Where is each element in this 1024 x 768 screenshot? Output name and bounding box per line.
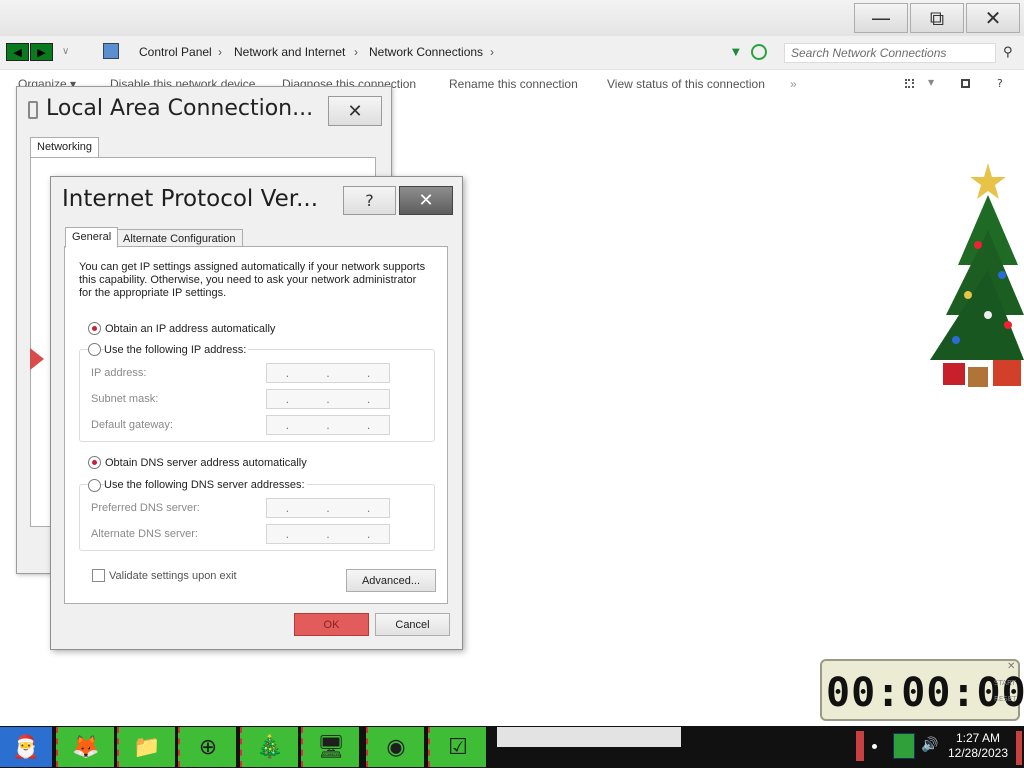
file-explorer-taskbar-icon[interactable]: 📁 — [117, 727, 175, 767]
view-status-button[interactable]: View status of this connection — [607, 77, 765, 91]
network-tray-icon[interactable] — [893, 733, 915, 759]
ip-auto-radio[interactable] — [88, 322, 101, 335]
clock-date: 12/28/2023 — [947, 746, 1009, 760]
task-list-taskbar-icon[interactable]: ☑ — [428, 727, 486, 767]
ip-auto-label[interactable]: Obtain an IP address automatically — [105, 323, 275, 335]
rename-button[interactable]: Rename this connection — [449, 77, 578, 91]
preferred-dns-field[interactable]: ... — [266, 498, 390, 518]
breadcrumb-separator: › — [490, 45, 494, 59]
gadget-close-icon[interactable]: ✕ — [1007, 661, 1015, 672]
stopwatch-display: 00:00:00 — [826, 670, 1024, 716]
intro-text-line: this capability. Otherwise, you need to … — [79, 274, 417, 286]
preferred-dns-label: Preferred DNS server: — [91, 502, 200, 514]
intro-text-line: for the appropriate IP settings. — [79, 287, 227, 299]
volume-tray-icon[interactable]: 🔊 — [921, 737, 938, 753]
breadcrumb-network-connections[interactable]: Network Connections — [369, 45, 483, 59]
stopwatch-reset-button[interactable]: RESET — [994, 695, 1016, 703]
restore-button[interactable]: ⧉ — [910, 3, 964, 33]
search-icon[interactable]: ⚲ — [1003, 45, 1013, 60]
change-view-icon[interactable] — [905, 79, 914, 88]
dns-manual-label[interactable]: Use the following DNS server addresses: — [104, 479, 307, 491]
advanced-button[interactable]: Advanced... — [346, 569, 436, 592]
validate-checkbox[interactable] — [92, 569, 105, 582]
view-options-chevron-icon[interactable]: ▼ — [928, 78, 934, 87]
clock-time: 1:27 AM — [955, 731, 1001, 745]
dns-auto-label[interactable]: Obtain DNS server address automatically — [105, 457, 307, 469]
app-taskbar-icon[interactable]: ◉ — [366, 727, 424, 767]
close-window-button[interactable]: ✕ — [966, 3, 1020, 33]
search-input[interactable]: Search Network Connections — [784, 43, 996, 63]
dns-auto-radio[interactable] — [88, 456, 101, 469]
network-adapter-icon — [28, 101, 38, 119]
preview-pane-icon[interactable] — [961, 79, 970, 88]
minimize-button[interactable]: — — [854, 3, 908, 33]
validate-label[interactable]: Validate settings upon exit — [109, 570, 237, 582]
tab-networking[interactable]: Networking — [30, 137, 100, 158]
help-icon[interactable]: ? — [997, 77, 1003, 90]
taskbar-window-preview[interactable] — [497, 727, 681, 747]
ipv4-dialog-title: Internet Protocol Ver... — [62, 186, 319, 212]
show-desktop-button[interactable] — [1016, 731, 1022, 765]
ip-manual-label[interactable]: Use the following IP address: — [104, 344, 249, 356]
control-panel-taskbar-icon[interactable]: 🖥 — [301, 727, 359, 767]
tray-indicator — [856, 731, 864, 761]
ip-address-label: IP address: — [91, 367, 147, 379]
dropdown-chevron-icon[interactable]: ▼ — [732, 47, 740, 58]
recent-pages-chevron-icon[interactable]: ∨ — [62, 46, 69, 57]
ip-manual-radio[interactable] — [88, 343, 101, 356]
refresh-icon[interactable] — [751, 44, 767, 60]
start-button-santa-icon[interactable]: 🎅 — [0, 727, 52, 767]
ip-address-field[interactable]: ... — [266, 363, 390, 383]
breadcrumb-control-panel[interactable]: Control Panel — [139, 45, 212, 59]
network-connections-icon — [103, 43, 119, 59]
subnet-mask-label: Subnet mask: — [91, 393, 159, 405]
dns-manual-radio[interactable] — [88, 479, 101, 492]
back-arrow-icon[interactable]: ◀ — [6, 43, 29, 61]
lac-close-button[interactable]: ✕ — [328, 96, 382, 126]
forward-arrow-icon[interactable]: ▶ — [30, 43, 53, 61]
clock[interactable]: 1:27 AM 12/28/2023 — [944, 731, 1012, 761]
christmas-tree-image — [930, 163, 1024, 387]
subnet-mask-field[interactable]: ... — [266, 389, 390, 409]
lac-dialog-title: Local Area Connection... — [46, 96, 314, 121]
intro-text-line: You can get IP settings assigned automat… — [79, 261, 426, 273]
stopwatch-start-button[interactable]: START — [994, 679, 1016, 687]
breadcrumb-separator: › — [218, 45, 222, 59]
default-gateway-label: Default gateway: — [91, 419, 173, 431]
alternate-dns-label: Alternate DNS server: — [91, 528, 198, 540]
more-commands-chevron-icon[interactable]: » — [790, 77, 797, 91]
christmas-tree-taskbar-icon[interactable]: 🎄 — [240, 727, 298, 767]
tray-dot-icon[interactable] — [872, 744, 877, 749]
breadcrumb-separator: › — [354, 45, 358, 59]
ok-button[interactable]: OK — [294, 613, 369, 636]
firefox-taskbar-icon[interactable]: 🦊 — [56, 727, 114, 767]
alternate-dns-field[interactable]: ... — [266, 524, 390, 544]
help-button[interactable]: ? — [343, 186, 396, 215]
ipv4-close-button[interactable]: ✕ — [399, 186, 453, 215]
cancel-button[interactable]: Cancel — [375, 613, 450, 636]
tab-general[interactable]: General — [65, 227, 119, 248]
default-gateway-field[interactable]: ... — [266, 415, 390, 435]
chrome-taskbar-icon[interactable]: ⊕ — [178, 727, 236, 767]
breadcrumb-network-and-internet[interactable]: Network and Internet — [234, 45, 345, 59]
